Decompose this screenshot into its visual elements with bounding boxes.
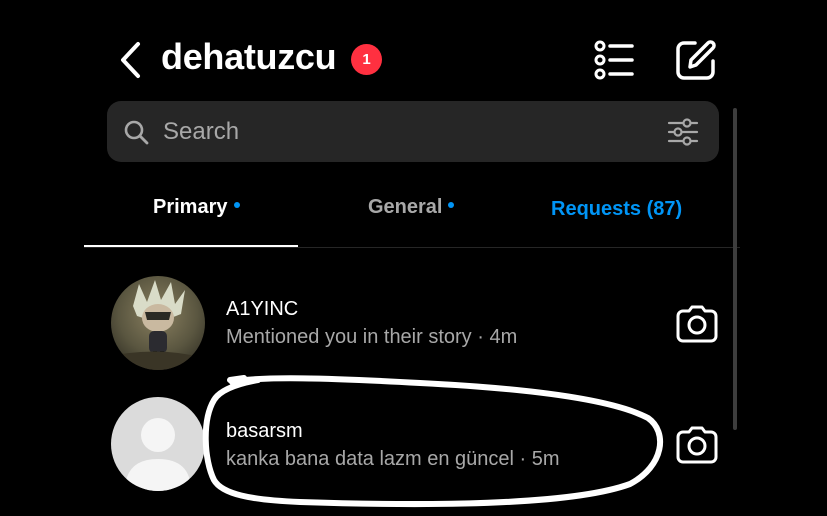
tab-requests-label: Requests (87) — [551, 198, 683, 220]
tab-primary-label: Primary — [153, 196, 228, 218]
filter-icon[interactable] — [667, 117, 699, 147]
chevron-left-icon — [121, 42, 140, 78]
active-tab-indicator — [84, 245, 298, 247]
search-icon — [124, 120, 149, 145]
unread-dot — [448, 201, 455, 208]
account-title[interactable]: dehatuzcu — [161, 36, 337, 78]
tab-general-label: General — [368, 196, 443, 218]
thread-row[interactable]: basarsm kanka bana data lazm en güncel ·… — [0, 388, 740, 500]
avatar[interactable] — [111, 397, 205, 491]
search-bar[interactable] — [107, 101, 719, 162]
tab-requests[interactable]: Requests (87) — [551, 198, 682, 221]
thread-username: basarsm — [226, 420, 303, 442]
thread-username: A1YINC — [226, 298, 299, 320]
camera-icon — [676, 305, 718, 343]
list-icon — [594, 40, 634, 80]
top-bar: dehatuzcu 1 — [0, 0, 827, 100]
tab-general[interactable]: General — [368, 196, 455, 219]
camera-button[interactable] — [676, 305, 718, 343]
tab-primary[interactable]: Primary — [153, 196, 240, 219]
compose-icon — [676, 40, 716, 80]
notification-badge: 1 — [351, 44, 382, 75]
camera-button[interactable] — [676, 426, 718, 464]
search-input[interactable] — [161, 111, 645, 153]
thread-preview: kanka bana data lazm en güncel · 5m — [226, 448, 560, 470]
avatar[interactable] — [111, 276, 205, 370]
thread-preview: Mentioned you in their story · 4m — [226, 326, 518, 348]
camera-icon — [676, 426, 718, 464]
list-button[interactable] — [592, 38, 636, 82]
new-message-button[interactable] — [674, 38, 718, 82]
back-button[interactable] — [116, 40, 148, 80]
tab-divider — [84, 247, 740, 248]
thread-row[interactable]: A1YINC Mentioned you in their story · 4m — [0, 266, 740, 378]
unread-dot — [233, 201, 240, 208]
